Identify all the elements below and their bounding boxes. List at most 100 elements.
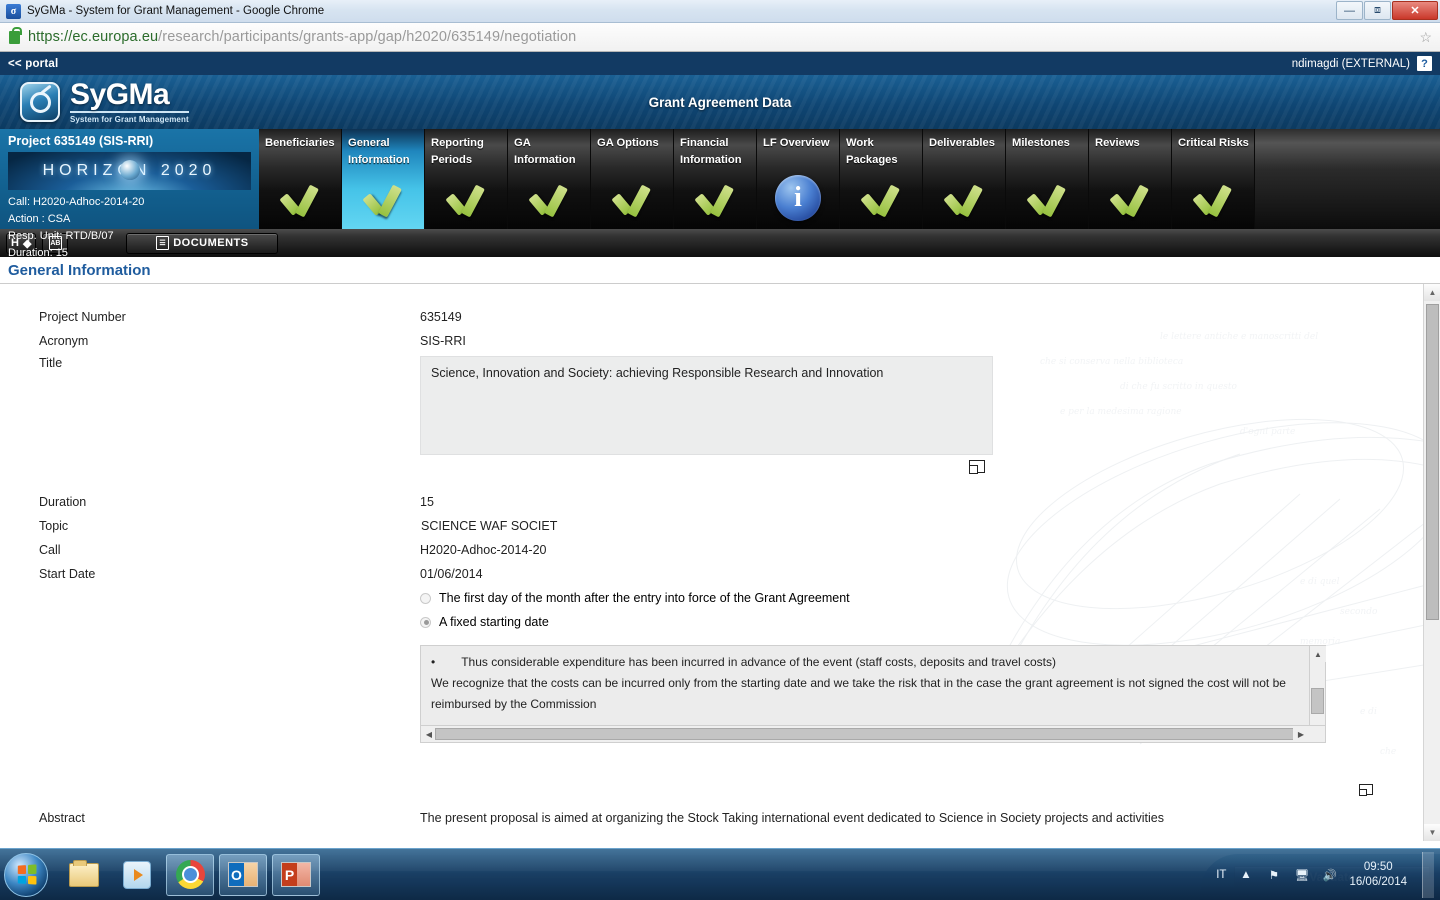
tab-ga-options[interactable]: GA Options [591,129,673,229]
vertical-scroll-thumb[interactable] [1311,688,1324,714]
duration-value: 15 [420,495,434,509]
browser-tab-title[interactable]: SyGMa - System for Grant Management - Go… [27,5,324,17]
taskbar-item-explorer[interactable] [60,854,108,896]
justification-vertical-scrollbar[interactable]: ▲ [1309,646,1326,727]
horizontal-scroll-thumb[interactable] [435,728,1295,740]
page-title: General Information [8,261,151,279]
sygma-logo-text: SyGMa System for Grant Management [70,80,189,124]
checkmark-icon [610,184,654,216]
checkmark-icon [1025,184,1069,216]
taskbar-item-outlook[interactable]: O [219,853,267,896]
title-textarea[interactable]: Science, Innovation and Society: achievi… [420,356,993,455]
display-icon[interactable]: 🖥 [1293,867,1310,883]
tab-deliverables[interactable]: Deliverables [923,129,1005,229]
start-date-label: Start Date [39,567,96,581]
clock[interactable]: 09:50 16/06/2014 [1349,860,1407,890]
minimize-button[interactable]: — [1336,1,1363,20]
close-button[interactable]: ✕ [1392,1,1438,20]
radio-fixed-date-icon[interactable] [420,616,431,628]
content-scroll-down-icon[interactable]: ▼ [1424,824,1440,841]
checkmark-icon [361,184,405,216]
url-host: https://ec.europa.eu [28,29,159,45]
tab-beneficiaries[interactable]: Beneficiaries [259,129,341,229]
network-error-icon[interactable]: ⚑ [1265,867,1282,883]
justification-textarea[interactable]: • Thus considerable expenditure has been… [420,645,1326,743]
field-acronym: Acronym SIS-RRI [0,334,1440,348]
close-icon: ✕ [1410,5,1420,17]
tab-general-information[interactable]: General Information [342,129,424,229]
scroll-right-icon[interactable]: ▶ [1293,726,1309,742]
taskbar-item-media-player[interactable] [113,854,161,896]
outlook-icon: O [228,862,258,887]
field-topic: Topic SCIENCE WAF SOCIET [0,519,1440,533]
abstract-value[interactable]: The present proposal is aimed at organiz… [420,811,1164,833]
tab-strip: Beneficiaries General Information Reportin… [259,129,1255,229]
taskbar-item-chrome[interactable] [166,853,214,896]
tab-financial-information[interactable]: Financial Information [674,129,756,229]
tab-reporting-periods[interactable]: Reporting Periods [425,129,507,229]
start-button[interactable] [4,852,48,897]
sygma-logo-icon [20,82,60,122]
acronym-label: Acronym [39,334,89,348]
brand-tagline: System for Grant Management [70,115,189,124]
tab-critical-risks[interactable]: Critical Risks [1172,129,1254,229]
tab-work-packages[interactable]: Work Packages [840,129,922,229]
justification-bullet-text: Thus considerable expenditure has been i… [461,655,1056,669]
scroll-up-icon[interactable]: ▲ [1310,646,1326,662]
lock-icon [9,26,22,44]
browser-omnibox[interactable]: https://ec.europa.eu/research/participan… [0,23,1440,52]
abstract-label: Abstract [39,811,85,825]
app-brandbar: SyGMa System for Grant Management Grant … [0,75,1440,129]
field-title: Title Science, Innovation and Society: a… [0,356,1440,474]
content-scroll-thumb[interactable] [1426,304,1439,620]
justification-content: • Thus considerable expenditure has been… [421,646,1325,725]
folder-icon [69,859,99,887]
tab-label: LF Overview [763,137,830,149]
taskbar-item-powerpoint[interactable]: P [272,853,320,896]
justification-horizontal-scrollbar[interactable]: ◀ ▶ [421,725,1325,742]
volume-icon[interactable]: 🔊 [1321,867,1338,883]
title-resize-handle-icon[interactable] [968,460,985,474]
portal-link[interactable]: << portal [8,58,58,70]
topic-value: SCIENCE WAF SOCIET [421,519,558,533]
tab-label: General Information [348,137,410,166]
info-icon: i [775,175,821,221]
help-icon[interactable]: ? [1417,56,1432,71]
clock-time: 09:50 [1363,860,1393,873]
start-option-fixed-date[interactable]: A fixed starting date [420,615,1326,629]
start-option-first-day[interactable]: The first day of the month after the ent… [420,591,1326,605]
radio-first-day-icon[interactable] [420,592,431,604]
content-scrollbar[interactable]: ▲ ▼ [1423,284,1440,841]
svg-text:che: che [1380,747,1396,757]
acronym-value: SIS-RRI [420,334,466,348]
clock-date: 16/06/2014 [1349,875,1407,888]
checkmark-icon [527,184,571,216]
content-scroll-up-icon[interactable]: ▲ [1424,284,1440,301]
bullet-icon: • [431,655,436,669]
tab-ga-information[interactable]: GA Information [508,129,590,229]
bookmark-star-icon[interactable]: ☆ [1419,29,1432,46]
tab-label: Work Packages [846,137,898,166]
tab-label: Deliverables [929,137,995,149]
tab-label: Milestones [1012,137,1070,149]
maximize-button[interactable]: ⧈ [1364,1,1391,20]
tab-label: Reporting Periods [431,137,484,166]
system-tray: IT ▲ ⚑ 🖥 🔊 09:50 16/06/2014 [1216,851,1440,898]
show-desktop-button[interactable] [1422,851,1434,898]
project-unit: Resp. Unit: RTD/B/07 [8,230,114,242]
tab-label: Beneficiaries [265,137,335,149]
page-context-title: Grant Agreement Data [648,94,792,110]
sygma-application: << portal ndimagdi (EXTERNAL) ? SyGMa Sy… [0,52,1440,900]
abstract-resize-handle-icon[interactable] [1358,784,1373,796]
tab-milestones[interactable]: Milestones [1006,129,1088,229]
browser-titlebar: σ SyGMa - System for Grant Management - … [0,0,1440,23]
language-indicator[interactable]: IT [1216,869,1226,881]
tab-reviews[interactable]: Reviews [1089,129,1171,229]
tab-lf-overview[interactable]: LF Overview i [757,129,839,229]
show-hidden-icons-icon[interactable]: ▲ [1237,867,1254,883]
start-date-group: 01/06/2014 The first day of the month af… [420,567,1326,743]
call-label: Call [39,543,61,557]
navigation-row: Project 635149 (SIS-RRI) HORIZON 2020 Ca… [0,129,1440,259]
duration-label: Duration [39,495,87,509]
tab-label: Reviews [1095,137,1140,149]
